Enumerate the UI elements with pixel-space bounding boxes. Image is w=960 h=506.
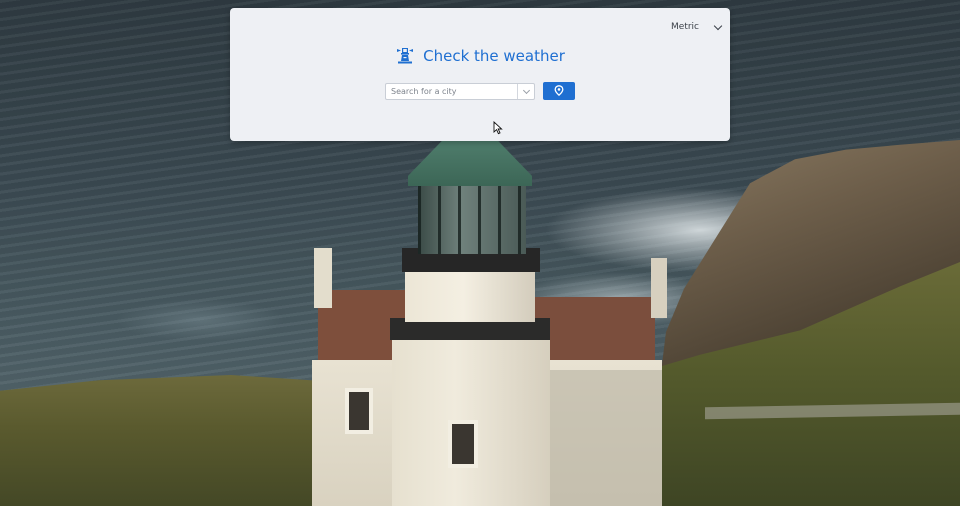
building-shadow	[548, 370, 662, 506]
tower-upper	[405, 268, 535, 322]
city-search-combobox[interactable]	[385, 82, 535, 100]
tower-window	[448, 420, 478, 468]
lighthouse-icon	[395, 46, 415, 66]
units-select[interactable]: Metric	[671, 19, 723, 35]
chevron-down-icon	[522, 86, 530, 94]
search-dropdown-toggle[interactable]	[517, 83, 534, 99]
house-window	[345, 388, 373, 434]
search-row	[385, 82, 575, 100]
lighthouse-tower	[392, 332, 550, 506]
mouse-pointer-icon	[493, 121, 503, 135]
units-selected-label: Metric	[671, 22, 699, 32]
lantern-bars	[418, 182, 526, 254]
chimney-left	[314, 248, 332, 308]
city-search-input[interactable]	[386, 86, 517, 96]
map-pin-icon	[554, 84, 564, 99]
chevron-down-icon	[713, 21, 723, 30]
current-location-button[interactable]	[543, 82, 575, 100]
grass-left	[0, 375, 330, 506]
weather-search-card: Metric Check the weather	[230, 8, 730, 141]
title-row: Check the weather	[230, 46, 730, 66]
page-title: Check the weather	[423, 47, 565, 65]
chimney-right	[651, 258, 667, 318]
